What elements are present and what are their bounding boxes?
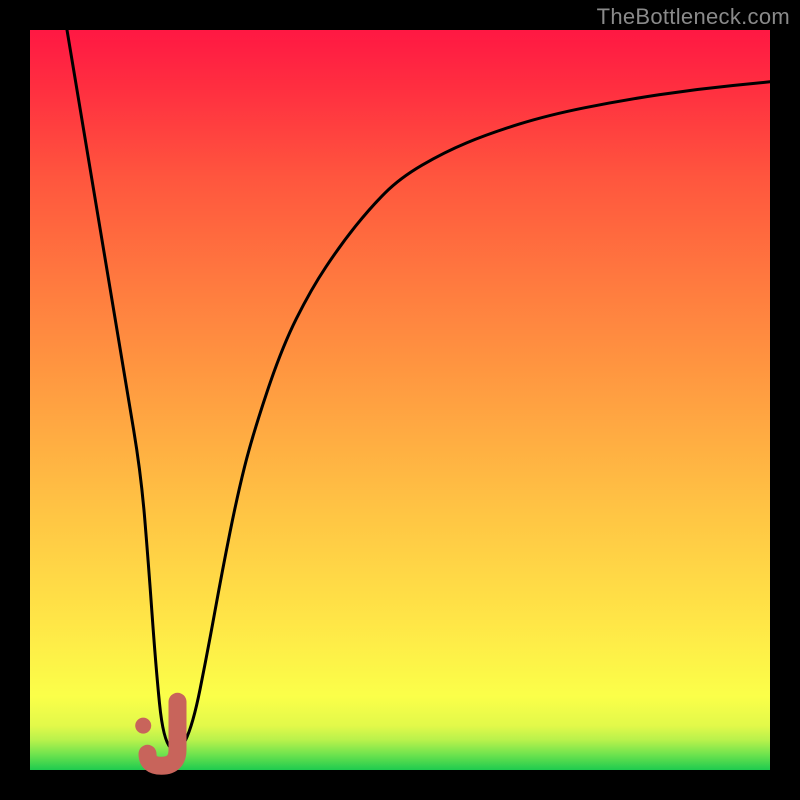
recommended-marker-dot xyxy=(135,718,151,734)
bottleneck-curve-path xyxy=(67,30,770,750)
recommended-marker-check xyxy=(148,702,178,766)
chart-svg xyxy=(30,30,770,770)
plot-area xyxy=(30,30,770,770)
watermark-text: TheBottleneck.com xyxy=(597,4,790,30)
chart-frame: TheBottleneck.com xyxy=(0,0,800,800)
